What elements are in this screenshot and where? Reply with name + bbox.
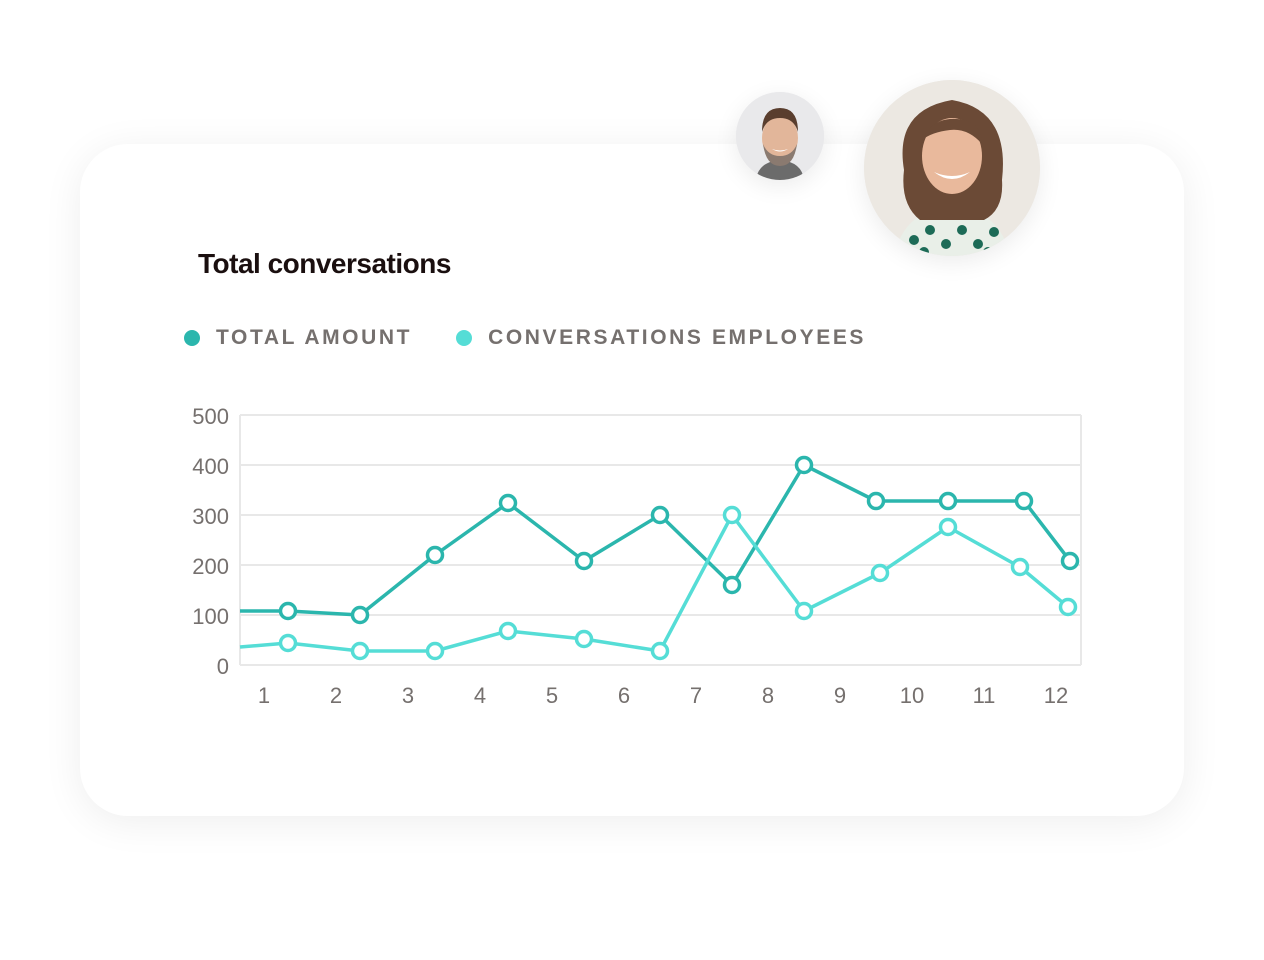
line-chart: 01002003004005001 2 3 4 5 6 7 8 9 10 11 12 <box>192 404 1082 708</box>
x-tick-label: 8 <box>762 683 774 708</box>
x-tick-label: 2 <box>330 683 342 708</box>
data-point-total-amount <box>650 505 670 525</box>
x-tick-label: 3 <box>402 683 414 708</box>
series-line-total-amount <box>240 463 1072 617</box>
data-point-total-amount <box>866 491 886 511</box>
data-point-total-amount <box>574 551 594 571</box>
data-point-conversations-employees <box>650 641 670 661</box>
y-tick-label: 100 <box>192 604 229 629</box>
data-point-conversations-employees <box>1010 557 1030 577</box>
data-point-conversations-employees <box>870 563 890 583</box>
y-tick-label: 300 <box>192 504 229 529</box>
x-tick-label: 9 <box>834 683 846 708</box>
x-tick-label: 5 <box>546 683 558 708</box>
data-point-conversations-employees <box>350 641 370 661</box>
y-tick-label: 200 <box>192 554 229 579</box>
y-tick-label: 500 <box>192 404 229 429</box>
x-tick-label: 7 <box>690 683 702 708</box>
data-point-total-amount <box>938 491 958 511</box>
x-tick-label: 12 <box>1044 683 1068 708</box>
data-point-total-amount <box>350 605 370 625</box>
data-point-conversations-employees <box>574 629 594 649</box>
data-point-total-amount <box>1014 491 1034 511</box>
data-point-conversations-employees <box>1058 597 1078 617</box>
data-point-conversations-employees <box>278 633 298 653</box>
x-tick-label: 1 <box>258 683 270 708</box>
data-point-total-amount <box>722 575 742 595</box>
data-point-conversations-employees <box>425 641 445 661</box>
x-tick-label: 11 <box>973 683 996 708</box>
y-tick-label: 0 <box>217 654 229 679</box>
x-tick-label: 4 <box>474 683 486 708</box>
data-point-total-amount <box>498 493 518 513</box>
data-point-total-amount <box>1060 551 1080 571</box>
x-tick-label: 6 <box>618 683 630 708</box>
series-line-conversations-employees <box>239 513 1070 653</box>
data-point-conversations-employees <box>938 517 958 537</box>
data-point-total-amount <box>425 545 445 565</box>
data-point-conversations-employees <box>794 601 814 621</box>
data-point-total-amount <box>794 455 814 475</box>
data-point-conversations-employees <box>498 621 518 641</box>
data-point-total-amount <box>278 601 298 621</box>
data-point-conversations-employees <box>722 505 742 525</box>
y-tick-label: 400 <box>192 454 229 479</box>
x-tick-label: 10 <box>900 683 924 708</box>
